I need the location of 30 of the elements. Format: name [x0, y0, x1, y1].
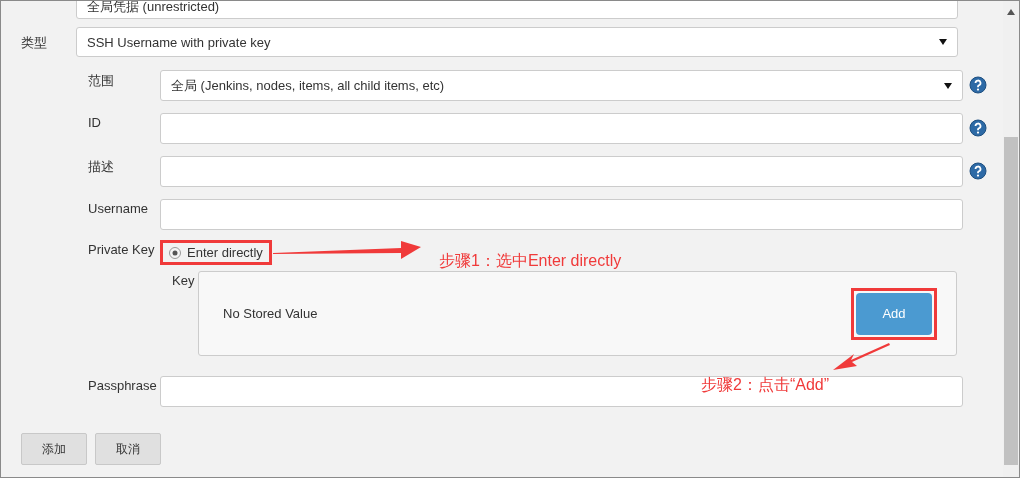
- help-icon[interactable]: [969, 162, 987, 180]
- passphrase-field[interactable]: [160, 376, 963, 407]
- help-icon[interactable]: [969, 119, 987, 137]
- caret-icon: [939, 39, 947, 45]
- field-label: 类型: [21, 34, 48, 52]
- field-label: 描述: [88, 158, 115, 176]
- type-select[interactable]: SSH Username with private key: [76, 27, 958, 57]
- field-label: Key: [172, 272, 196, 288]
- field-label: Username: [88, 200, 149, 216]
- field-label: 范围: [88, 72, 115, 90]
- field-label: ID: [88, 114, 102, 130]
- annotation-text: 步骤1：选中Enter directly: [439, 251, 622, 271]
- form-button[interactable]: 取消: [95, 433, 161, 465]
- text-field[interactable]: [160, 156, 963, 187]
- text-field[interactable]: [160, 199, 963, 230]
- scrollbar-thumb[interactable]: [1004, 137, 1018, 465]
- annotation-text: 步骤2：点击“Add”: [701, 375, 830, 395]
- field-label: Passphrase: [88, 377, 158, 393]
- text-field[interactable]: [160, 113, 963, 144]
- caret-icon: [944, 82, 952, 89]
- radio-option[interactable]: Enter directly: [163, 243, 269, 262]
- text-field[interactable]: 全局凭据 (unrestricted): [76, 1, 958, 19]
- form-button[interactable]: 添加: [21, 433, 87, 465]
- stored-value-text: No Stored Value: [223, 306, 318, 321]
- arrow: [831, 343, 891, 371]
- scroll-up-icon[interactable]: [1007, 9, 1015, 15]
- field-label: Private Key: [88, 241, 156, 257]
- radio-icon: [169, 246, 181, 259]
- help-icon[interactable]: [969, 76, 987, 94]
- scope-select[interactable]: 全局 (Jenkins, nodes, items, all child items, etc): [160, 70, 963, 101]
